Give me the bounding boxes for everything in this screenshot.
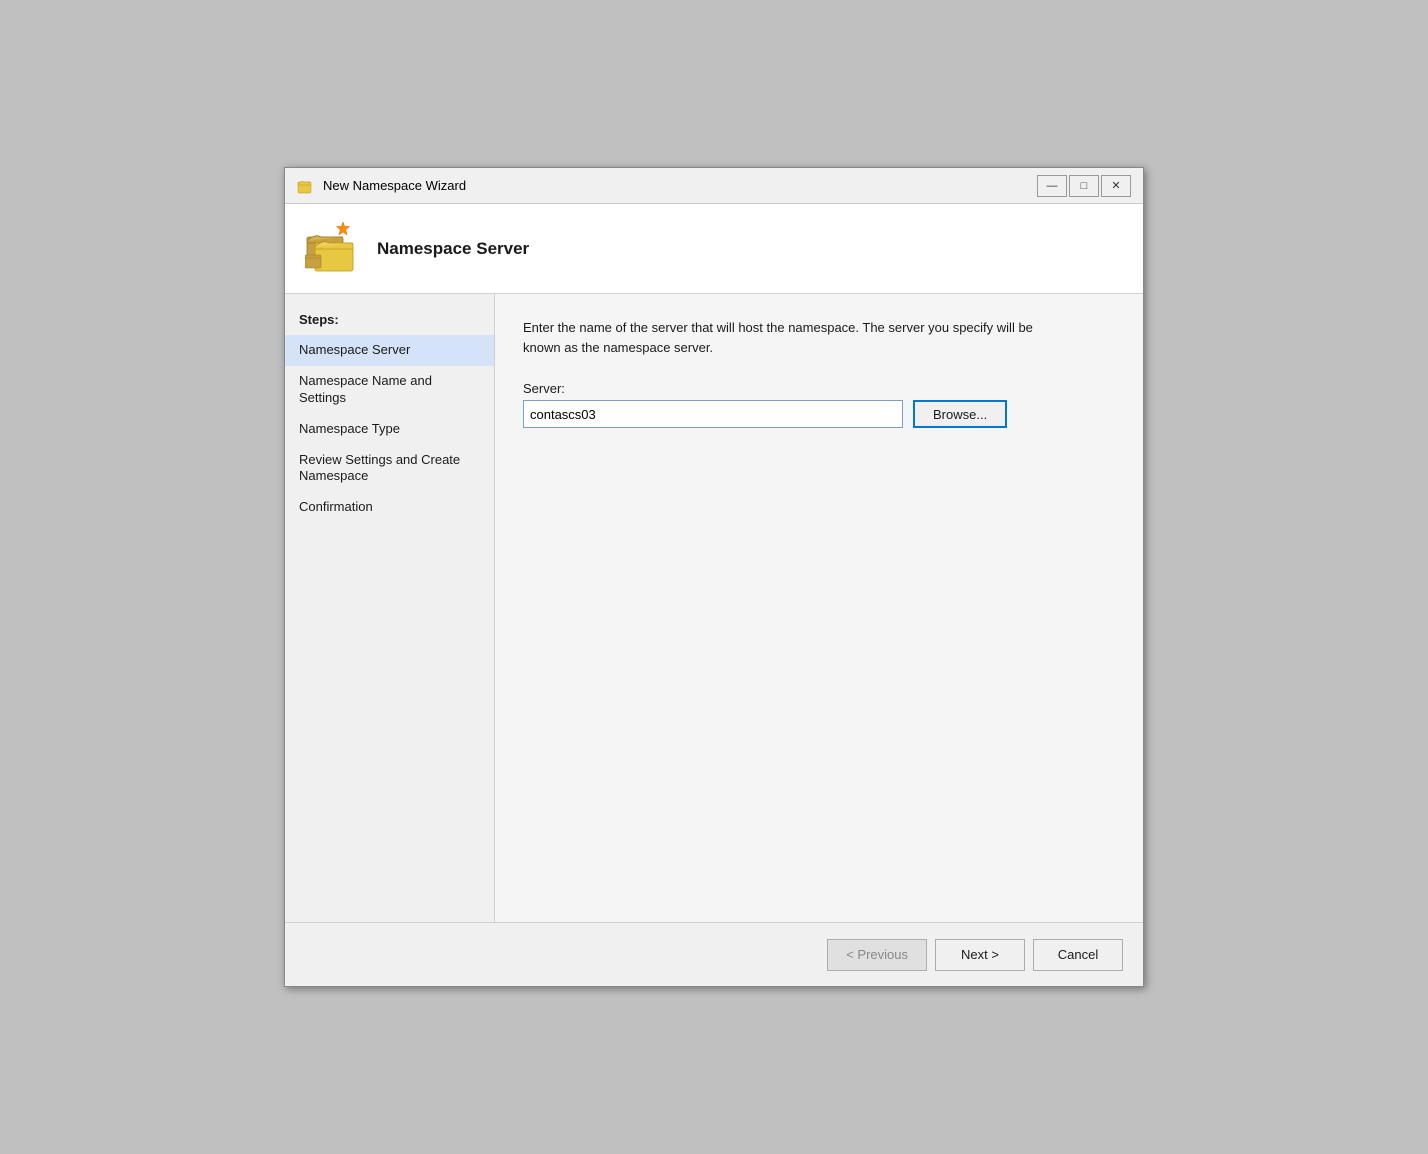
wizard-window: New Namespace Wizard — □ ✕ (284, 167, 1144, 987)
next-button[interactable]: Next > (935, 939, 1025, 971)
footer: < Previous Next > Cancel (285, 922, 1143, 986)
main-panel: Enter the name of the server that will h… (495, 294, 1143, 922)
browse-button[interactable]: Browse... (913, 400, 1007, 428)
server-label: Server: (523, 381, 1115, 396)
server-input[interactable] (523, 400, 903, 428)
title-bar-left: New Namespace Wizard (297, 177, 466, 195)
input-row: Browse... (523, 400, 1115, 428)
steps-panel: Steps: Namespace Server Namespace Name a… (285, 294, 495, 922)
minimize-button[interactable]: — (1037, 175, 1067, 197)
previous-button[interactable]: < Previous (827, 939, 927, 971)
cancel-button[interactable]: Cancel (1033, 939, 1123, 971)
server-form-group: Server: Browse... (523, 381, 1115, 428)
window-title: New Namespace Wizard (323, 178, 466, 193)
close-button[interactable]: ✕ (1101, 175, 1131, 197)
content-area: Steps: Namespace Server Namespace Name a… (285, 294, 1143, 922)
title-controls: — □ ✕ (1037, 175, 1131, 197)
step-namespace-server[interactable]: Namespace Server (285, 335, 494, 366)
step-namespace-type[interactable]: Namespace Type (285, 414, 494, 445)
title-bar: New Namespace Wizard — □ ✕ (285, 168, 1143, 204)
header-area: Namespace Server (285, 204, 1143, 294)
maximize-button[interactable]: □ (1069, 175, 1099, 197)
page-title: Namespace Server (377, 239, 529, 259)
step-namespace-name-settings[interactable]: Namespace Name and Settings (285, 366, 494, 414)
description-text: Enter the name of the server that will h… (523, 318, 1043, 357)
step-confirmation[interactable]: Confirmation (285, 492, 494, 523)
step-review-settings[interactable]: Review Settings and Create Namespace (285, 445, 494, 493)
steps-label: Steps: (285, 306, 494, 335)
header-icon (305, 221, 361, 277)
window-icon (297, 177, 315, 195)
